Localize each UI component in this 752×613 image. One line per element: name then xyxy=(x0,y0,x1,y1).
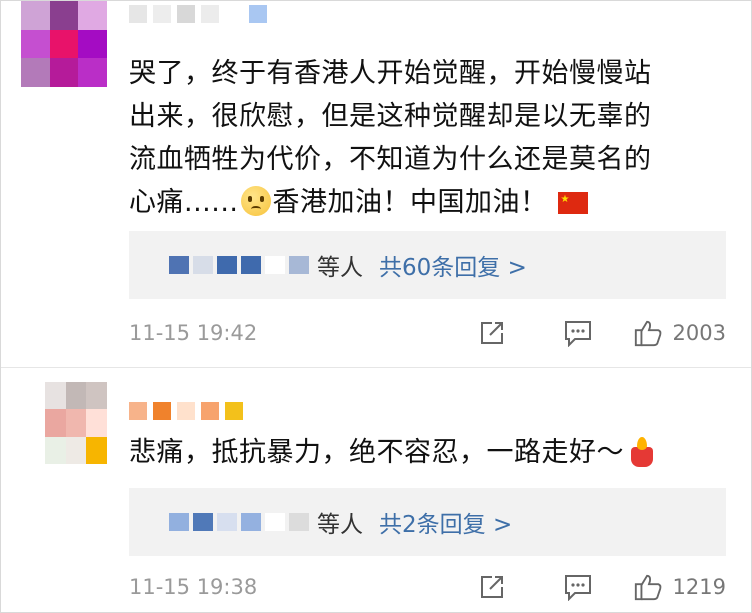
censor-pixel xyxy=(65,409,87,437)
censor-pixel xyxy=(177,402,195,420)
comment-meta: 11-15 19:42 2003 xyxy=(129,313,726,353)
censor-pixel xyxy=(265,513,285,531)
timestamp: 11-15 19:38 xyxy=(129,575,258,599)
candle-icon xyxy=(628,437,656,467)
censor-pixel xyxy=(65,382,87,410)
like-count: 1219 xyxy=(672,575,726,599)
comment-text: 哭了，终于有香港人开始觉醒，开始慢慢站 出来，很欣慰，但是这种觉醒却是以无辜的 … xyxy=(129,52,729,224)
censor-pixel xyxy=(45,382,66,410)
replies-preview[interactable]: 等人 共2条回复 > xyxy=(129,488,726,556)
censor-pixel xyxy=(86,382,107,410)
comment-text-line: 心痛...... 香港加油！中国加油！ ★ xyxy=(129,181,729,224)
censor-pixel xyxy=(21,29,50,59)
comment-icon[interactable] xyxy=(563,572,593,602)
timestamp: 11-15 19:42 xyxy=(129,321,258,345)
censor-pixel xyxy=(201,402,219,420)
like-button[interactable]: 2003 xyxy=(633,318,726,348)
censor-pixel xyxy=(86,436,107,464)
replies-preview[interactable]: 等人 共60条回复 > xyxy=(129,231,726,299)
censor-pixel xyxy=(153,5,171,23)
censor-pixel xyxy=(241,513,261,531)
censor-pixel xyxy=(49,1,79,30)
avatar[interactable] xyxy=(45,382,107,464)
crying-face-icon xyxy=(240,186,271,216)
thumbs-up-icon xyxy=(633,572,663,602)
comment-text-segment: 悲痛，抵抗暴力，绝不容忍，一路走好～ xyxy=(129,437,624,468)
censor-pixel xyxy=(153,402,171,420)
censor-pixel xyxy=(65,436,87,464)
censor-pixel xyxy=(177,5,195,23)
censor-pixel xyxy=(225,5,243,23)
censor-pixel xyxy=(193,513,213,531)
censor-pixel xyxy=(169,256,189,274)
china-flag-icon: ★ xyxy=(557,192,588,214)
like-count: 2003 xyxy=(672,321,726,345)
censor-pixel xyxy=(21,58,50,87)
censor-pixel xyxy=(129,402,147,420)
reply-suffix: 等人 xyxy=(317,255,363,281)
censor-pixel xyxy=(217,513,237,531)
censor-pixel xyxy=(241,256,261,274)
comment-text-line: 出来，很欣慰，但是这种觉醒却是以无辜的 xyxy=(129,101,652,132)
thumbs-up-icon xyxy=(633,318,663,348)
comment-text: 悲痛，抵抗暴力，绝不容忍，一路走好～ xyxy=(129,431,729,474)
reply-usernames xyxy=(169,256,309,274)
comment-text-segment: 香港加油！中国加油！ xyxy=(272,187,548,218)
censor-pixel xyxy=(45,409,66,437)
censor-pixel xyxy=(78,29,107,59)
censor-pixel xyxy=(193,256,213,274)
comment-text-line: 流血牺牲为代价，不知道为什么还是莫名的 xyxy=(129,144,652,175)
censor-pixel xyxy=(225,402,243,420)
censor-pixel xyxy=(201,5,219,23)
view-replies-link[interactable]: 共2条回复 > xyxy=(379,505,512,539)
censor-pixel xyxy=(78,58,107,87)
censor-pixel xyxy=(45,436,66,464)
comment-text-segment: 心痛...... xyxy=(129,187,239,218)
censor-pixel xyxy=(86,409,107,437)
share-icon[interactable] xyxy=(477,572,507,602)
share-icon[interactable] xyxy=(477,318,507,348)
username[interactable] xyxy=(129,5,267,23)
censor-pixel xyxy=(49,58,79,87)
reply-usernames xyxy=(169,513,309,531)
censor-pixel xyxy=(265,256,285,274)
avatar[interactable] xyxy=(21,1,107,87)
view-replies-link[interactable]: 共60条回复 > xyxy=(379,248,527,282)
censor-pixel xyxy=(217,256,237,274)
censor-pixel xyxy=(21,1,50,30)
censor-pixel xyxy=(49,29,79,59)
censor-pixel xyxy=(169,513,189,531)
comment-icon[interactable] xyxy=(563,318,593,348)
comment-meta: 11-15 19:38 1219 xyxy=(129,567,726,607)
censor-pixel xyxy=(78,1,107,30)
like-button[interactable]: 1219 xyxy=(633,572,726,602)
comment-divider xyxy=(1,367,751,368)
username[interactable] xyxy=(129,402,243,420)
comment-text-line: 哭了，终于有香港人开始觉醒，开始慢慢站 xyxy=(129,58,652,89)
censor-pixel xyxy=(249,5,267,23)
censor-pixel xyxy=(129,5,147,23)
reply-suffix: 等人 xyxy=(317,512,363,538)
censor-pixel xyxy=(289,513,309,531)
censor-pixel xyxy=(289,256,309,274)
